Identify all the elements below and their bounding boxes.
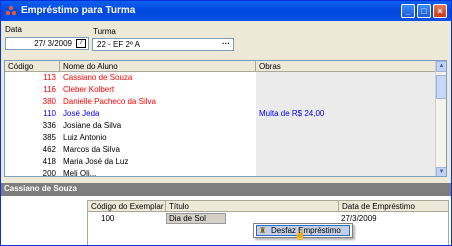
grid-header: Código Nome do Aluno Obras <box>5 61 437 72</box>
table-row[interactable]: 116 Cleber Kolbert <box>5 84 437 95</box>
trash-icon: ♜ <box>259 226 267 235</box>
title-bar[interactable]: Empréstimo para Turma _ □ × <box>1 1 451 21</box>
col-codigo-exemplar[interactable]: Código do Exemplar <box>88 201 166 212</box>
col-codigo[interactable]: Código <box>5 61 60 72</box>
context-menu: ♜ Desfaz Empréstimo ☝ <box>253 223 353 241</box>
table-row[interactable]: 113 Cassiano de Souza <box>5 72 437 83</box>
table-row[interactable]: 336 Josiane da Silva <box>5 120 437 131</box>
cell-codigo: 110 <box>43 109 56 118</box>
cell-codigo: 418 <box>42 157 56 166</box>
close-icon: × <box>437 6 443 16</box>
cell-nome: Cleber Kolbert <box>63 85 115 94</box>
close-button[interactable]: × <box>433 4 447 18</box>
loan-titulo: Dia de Sol <box>166 213 226 224</box>
cell-codigo: 113 <box>43 73 56 82</box>
data-value: 27/ 3/2009 <box>34 39 72 48</box>
main-window: Empréstimo para Turma _ □ × Data 27/ 3/2… <box>0 0 452 246</box>
selected-student-name: Cassiano de Souza <box>4 184 77 193</box>
app-icon <box>5 5 17 16</box>
calendar-icon[interactable]: 7 <box>76 39 86 48</box>
cell-nome: Maria José da Luz <box>63 157 129 166</box>
scroll-up-icon[interactable]: ▲ <box>436 61 446 72</box>
turma-label: Turma <box>93 27 116 36</box>
turma-field[interactable]: 22 - EF 2º A ··· <box>92 38 234 51</box>
mouse-cursor-icon: ☝ <box>294 230 307 241</box>
table-row[interactable]: 380 Danielle Pacheco da Silva <box>5 96 437 107</box>
table-row[interactable]: 200 Meli Oli... <box>5 168 437 177</box>
col-obras[interactable]: Obras <box>256 61 437 72</box>
scroll-down-icon[interactable]: ▼ <box>436 167 446 176</box>
cell-codigo: 336 <box>42 121 56 130</box>
cell-codigo: 385 <box>42 133 56 142</box>
table-row[interactable]: 418 Maria José da Luz <box>5 156 437 167</box>
student-panel-header: Cassiano de Souza <box>1 183 451 196</box>
cell-nome: Danielle Pacheco da Silva <box>63 97 156 106</box>
cell-nome: Luiz Antonio <box>63 133 107 142</box>
data-label: Data <box>5 25 22 34</box>
loan-codigo: 100 <box>101 214 115 223</box>
students-grid[interactable]: Código Nome do Aluno Obras 113 Cassiano d… <box>4 60 447 177</box>
cell-codigo: 380 <box>42 97 56 106</box>
minimize-icon: _ <box>405 6 411 16</box>
data-field[interactable]: 27/ 3/2009 7 <box>5 37 89 50</box>
cell-obras: Multa de R$ 24,00 <box>259 109 325 118</box>
cell-nome: José Jeda <box>63 109 100 118</box>
cell-codigo: 462 <box>42 145 56 154</box>
table-row[interactable]: 110 José Jeda Multa de R$ 24,00 <box>5 108 437 119</box>
table-row[interactable]: 385 Luiz Antonio <box>5 132 437 143</box>
maximize-icon: □ <box>421 6 427 16</box>
col-titulo[interactable]: Título <box>166 201 339 212</box>
table-row[interactable]: 462 Marcos da Silva <box>5 144 437 155</box>
cell-codigo: 116 <box>43 85 56 94</box>
loans-header: Código do Exemplar Título Data de Emprés… <box>88 201 448 212</box>
cell-nome: Meli Oli... <box>63 169 97 177</box>
cell-codigo: 200 <box>42 169 56 177</box>
col-nome[interactable]: Nome do Aluno <box>60 61 256 72</box>
cell-nome: Cassiano de Souza <box>63 73 133 82</box>
col-data-emprestimo[interactable]: Data de Empréstimo <box>339 201 448 212</box>
minimize-button[interactable]: _ <box>401 4 415 18</box>
turma-value: 22 - EF 2º A <box>97 40 140 49</box>
cell-nome: Marcos da Silva <box>63 145 120 154</box>
vertical-scrollbar[interactable]: ▲ ▼ <box>435 61 446 176</box>
cell-nome: Josiane da Silva <box>63 121 122 130</box>
window-title: Empréstimo para Turma <box>21 5 136 16</box>
maximize-button[interactable]: □ <box>417 4 431 18</box>
ellipsis-icon[interactable]: ··· <box>222 38 230 49</box>
scroll-thumb[interactable] <box>436 75 446 99</box>
